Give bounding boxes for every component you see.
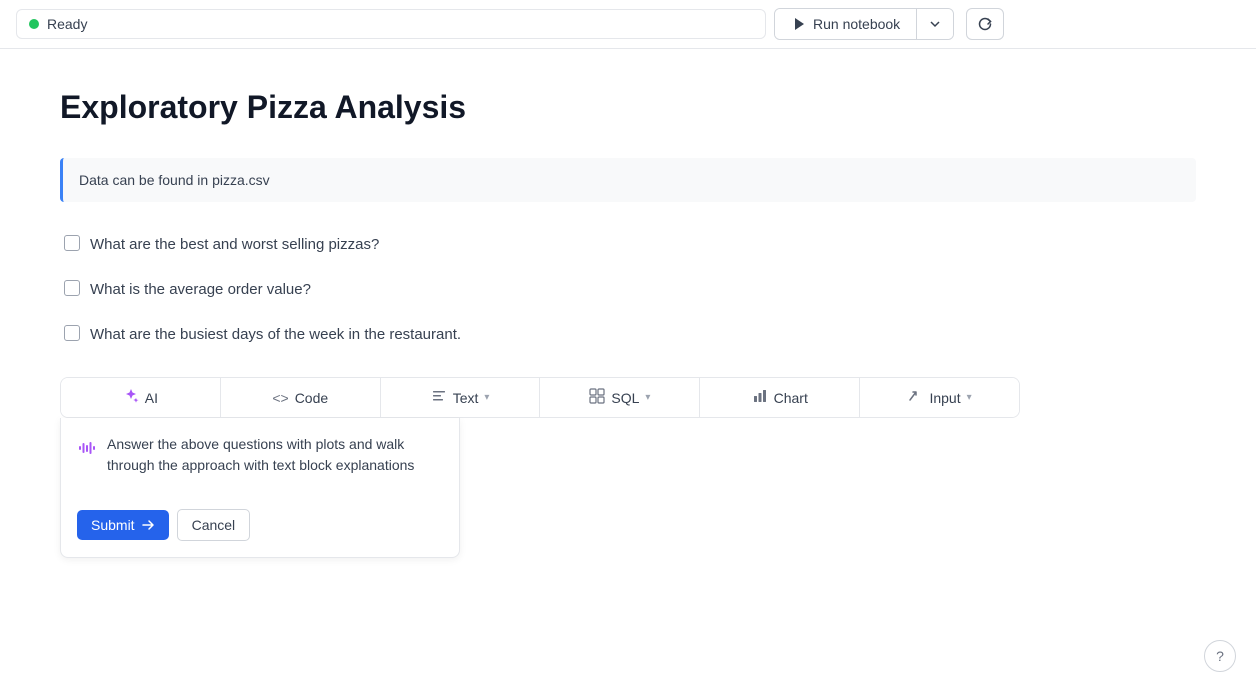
tab-text[interactable]: Text ▾ bbox=[381, 378, 541, 417]
input-icon bbox=[907, 388, 923, 407]
run-btn-group: Run notebook bbox=[774, 8, 954, 40]
play-icon bbox=[791, 16, 807, 32]
check-item-3: What are the busiest days of the week in… bbox=[64, 324, 1196, 345]
tab-input[interactable]: Input ▾ bbox=[860, 378, 1019, 417]
ai-input-row: Answer the above questions with plots an… bbox=[77, 434, 443, 497]
text-icon bbox=[431, 388, 447, 407]
refresh-icon bbox=[977, 16, 993, 32]
tab-input-label: Input bbox=[929, 390, 960, 406]
help-button[interactable]: ? bbox=[1204, 640, 1236, 672]
check-label-3: What are the busiest days of the week in… bbox=[90, 324, 461, 345]
checkbox-3[interactable] bbox=[64, 325, 80, 341]
ai-prompt-input[interactable]: Answer the above questions with plots an… bbox=[107, 434, 443, 497]
info-block: Data can be found in pizza.csv bbox=[60, 158, 1196, 202]
tab-code[interactable]: <> Code bbox=[221, 378, 381, 417]
ai-icon bbox=[123, 388, 139, 407]
run-notebook-label: Run notebook bbox=[813, 16, 900, 32]
tab-code-label: Code bbox=[295, 390, 328, 406]
main-content: Exploratory Pizza Analysis Data can be f… bbox=[0, 49, 1256, 598]
refresh-button[interactable] bbox=[966, 8, 1004, 40]
chevron-down-icon bbox=[927, 16, 943, 32]
submit-label: Submit bbox=[91, 517, 135, 533]
tab-sql[interactable]: SQL ▾ bbox=[540, 378, 700, 417]
run-notebook-button[interactable]: Run notebook bbox=[775, 9, 917, 39]
tab-chart[interactable]: Chart bbox=[700, 378, 860, 417]
page-title: Exploratory Pizza Analysis bbox=[60, 89, 1196, 126]
checkbox-1[interactable] bbox=[64, 235, 80, 251]
tab-ai-label: AI bbox=[145, 390, 158, 406]
status-dot bbox=[29, 19, 39, 29]
cancel-label: Cancel bbox=[192, 517, 236, 533]
tab-chart-label: Chart bbox=[774, 390, 808, 406]
help-label: ? bbox=[1216, 648, 1224, 664]
run-dropdown-button[interactable] bbox=[917, 9, 953, 39]
check-item-1: What are the best and worst selling pizz… bbox=[64, 234, 1196, 255]
info-text: Data can be found in pizza.csv bbox=[79, 172, 270, 188]
input-dropdown-icon: ▾ bbox=[967, 392, 972, 403]
enter-icon bbox=[141, 518, 155, 532]
tab-sql-label: SQL bbox=[611, 390, 639, 406]
cell-type-toolbar: AI <> Code Text ▾ bbox=[60, 377, 1020, 418]
checklist: What are the best and worst selling pizz… bbox=[60, 234, 1196, 345]
status-text: Ready bbox=[47, 16, 87, 32]
ai-panel: Answer the above questions with plots an… bbox=[60, 418, 460, 558]
code-icon: <> bbox=[272, 390, 288, 406]
text-dropdown-icon: ▾ bbox=[484, 392, 489, 403]
status-pill: Ready bbox=[16, 9, 766, 39]
ai-actions: Submit Cancel bbox=[77, 509, 443, 541]
check-label-1: What are the best and worst selling pizz… bbox=[90, 234, 379, 255]
top-bar: Ready Run notebook bbox=[0, 0, 1256, 49]
checkbox-2[interactable] bbox=[64, 280, 80, 296]
cancel-button[interactable]: Cancel bbox=[177, 509, 251, 541]
chart-icon bbox=[752, 388, 768, 407]
sql-icon bbox=[589, 388, 605, 407]
tab-ai[interactable]: AI bbox=[61, 378, 221, 417]
check-label-2: What is the average order value? bbox=[90, 279, 311, 300]
submit-button[interactable]: Submit bbox=[77, 510, 169, 540]
tab-text-label: Text bbox=[453, 390, 479, 406]
sql-dropdown-icon: ▾ bbox=[645, 392, 650, 403]
ai-wave-icon bbox=[77, 438, 97, 461]
check-item-2: What is the average order value? bbox=[64, 279, 1196, 300]
